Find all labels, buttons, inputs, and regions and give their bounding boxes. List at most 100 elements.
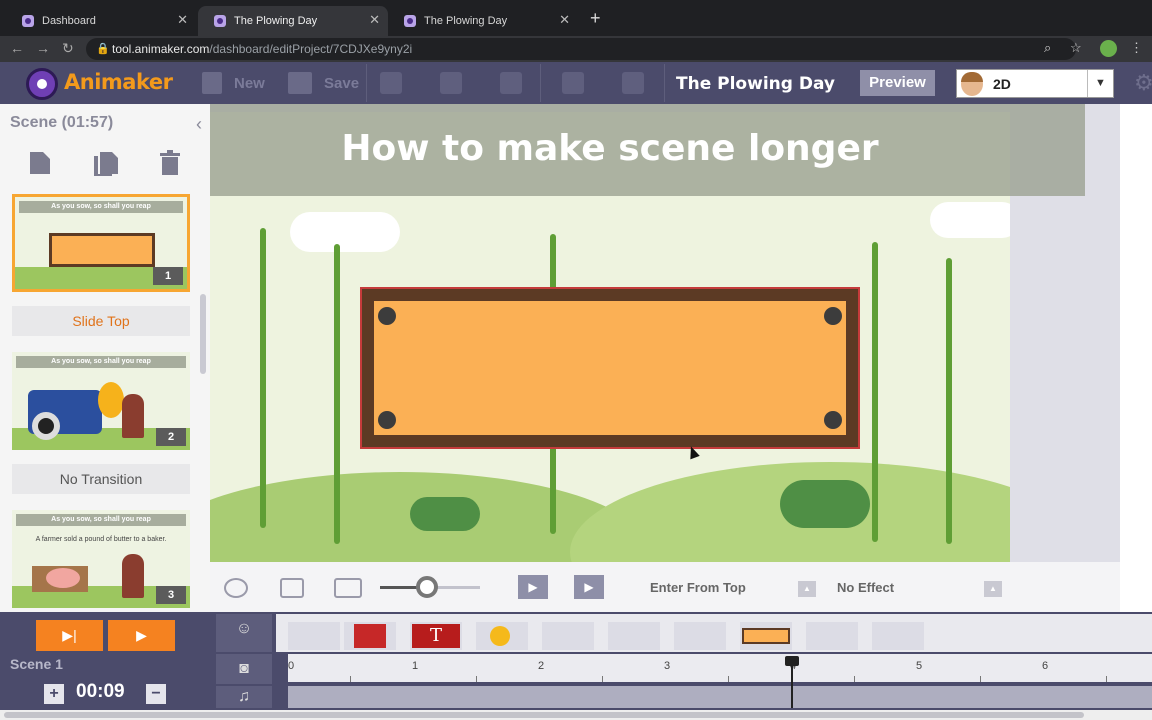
ruler-tick: [350, 676, 351, 682]
new-file-icon: [202, 72, 222, 94]
timeline-item-text[interactable]: T: [410, 622, 462, 650]
timeline-item-camera[interactable]: [288, 622, 340, 650]
beanstalk: [260, 228, 266, 528]
profile-avatar[interactable]: [1100, 40, 1117, 57]
wooden-sign[interactable]: [360, 287, 860, 449]
browser-tab-bar: Dashboard ✕ The Plowing Day ✕ The Plowin…: [0, 0, 1152, 36]
animaker-favicon-icon: [214, 15, 226, 27]
character-lane-icon[interactable]: ☺: [216, 614, 272, 652]
current-scene-label: Scene 1: [10, 656, 63, 672]
scene-subcaption: A farmer sold a pound of butter to a bak…: [35, 536, 167, 543]
close-tab-icon[interactable]: ✕: [559, 12, 570, 28]
mode-select[interactable]: 2D ▼: [956, 69, 1114, 98]
ruler-label: 3: [664, 660, 671, 672]
bookmark-star-icon[interactable]: ☆: [1070, 40, 1082, 56]
timeline-item-beanstalk[interactable]: [872, 622, 924, 650]
animaker-logo[interactable]: Animaker: [24, 66, 173, 100]
zoom-icon[interactable]: ⌕: [1044, 40, 1051, 56]
app-toolbar: Animaker New Save The Plowing Day Previe…: [0, 62, 1152, 104]
item-track: T: [276, 614, 1152, 652]
sign-board: [374, 301, 846, 435]
ruler-label: 2: [538, 660, 545, 672]
chevron-down-icon[interactable]: ▼: [1087, 70, 1113, 97]
settings-gear-icon[interactable]: ⚙: [1134, 70, 1152, 96]
scene-duration-bar[interactable]: [288, 686, 1152, 708]
time-ruler[interactable]: 0 1 2 3 4 5 6: [288, 654, 1152, 682]
play-scene-from-start-button[interactable]: ▶|: [36, 620, 103, 651]
grid-icon[interactable]: [334, 578, 362, 598]
ruler-tick: [980, 676, 981, 682]
browser-tab-plowing-day-active[interactable]: The Plowing Day ✕: [198, 6, 388, 36]
sun-icon: [490, 626, 510, 646]
tractor-wheel: [32, 412, 60, 440]
scene-transition-2[interactable]: No Transition: [12, 464, 190, 494]
timeline-item-beanstalk[interactable]: [608, 622, 660, 650]
canvas-title: How to make scene longer: [341, 128, 879, 169]
ruler-label: 0: [288, 660, 295, 672]
scene-thumbnail-3[interactable]: As you sow, so shall you reap A farmer s…: [12, 510, 190, 608]
scene-duration: 00:09: [76, 681, 125, 702]
farmer-figure: [122, 554, 144, 598]
ruler-tick: [1106, 676, 1107, 682]
browser-tab-dashboard[interactable]: Dashboard ✕: [6, 6, 196, 36]
horizontal-scrollbar-thumb[interactable]: [4, 712, 1084, 718]
scene-panel-scrollbar[interactable]: [200, 294, 206, 374]
increase-duration-button[interactable]: +: [44, 684, 64, 704]
close-tab-icon[interactable]: ✕: [177, 12, 188, 28]
browser-menu-icon[interactable]: ⋮: [1130, 40, 1143, 56]
back-icon[interactable]: ←: [10, 40, 24, 56]
animaker-favicon-icon: [22, 15, 34, 27]
cut-icon[interactable]: [380, 72, 402, 94]
new-button[interactable]: New: [202, 70, 265, 96]
new-tab-icon[interactable]: +: [590, 8, 601, 29]
paste-icon[interactable]: [500, 72, 522, 94]
timeline-item-sign[interactable]: [740, 622, 792, 650]
collapse-panel-icon[interactable]: ‹: [196, 114, 202, 135]
fit-screen-icon[interactable]: [280, 578, 304, 598]
play-icon[interactable]: ▶: [574, 575, 604, 599]
close-tab-icon[interactable]: ✕: [369, 12, 380, 28]
target-icon[interactable]: [224, 578, 248, 598]
redo-icon[interactable]: [622, 72, 644, 94]
playhead[interactable]: [785, 656, 799, 708]
scene-thumbnail-1[interactable]: As you sow, so shall you reap 1: [12, 194, 190, 292]
new-scene-icon[interactable]: [28, 150, 52, 176]
duplicate-scene-icon[interactable]: [92, 150, 120, 176]
new-label: New: [234, 74, 265, 92]
camera-lane-icon[interactable]: ◙: [216, 654, 272, 684]
play-scene-button[interactable]: ▶: [108, 620, 175, 651]
project-title[interactable]: The Plowing Day: [676, 74, 835, 94]
url-field[interactable]: 🔒 tool.animaker.com/dashboard/editProjec…: [86, 38, 1076, 60]
delete-scene-icon[interactable]: [158, 150, 182, 176]
timeline-item-red-shape[interactable]: [344, 622, 396, 650]
enter-effect-arrow-icon[interactable]: ▲: [798, 581, 816, 597]
scene-thumbnail-2[interactable]: As you sow, so shall you reap 2: [12, 352, 190, 450]
ruler-label: 1: [412, 660, 419, 672]
zoom-slider-knob[interactable]: [416, 576, 438, 598]
horizontal-scrollbar[interactable]: [0, 710, 1152, 720]
toolbar-divider: [540, 64, 541, 102]
timeline-item-beanstalk[interactable]: [542, 622, 594, 650]
play-from-start-icon[interactable]: ▶: [518, 575, 548, 599]
bush: [780, 480, 870, 528]
save-button[interactable]: Save: [288, 70, 359, 96]
ruler-tick: [854, 676, 855, 682]
music-lane-icon[interactable]: ♫: [216, 686, 272, 708]
preview-button[interactable]: Preview: [860, 70, 935, 96]
beanstalk: [334, 244, 340, 544]
copy-icon[interactable]: [440, 72, 462, 94]
browser-tab-plowing-day[interactable]: The Plowing Day ✕: [388, 6, 578, 36]
reload-icon[interactable]: ↻: [62, 40, 74, 57]
scene-caption: As you sow, so shall you reap: [16, 356, 186, 368]
exit-effect-arrow-icon[interactable]: ▲: [984, 581, 1002, 597]
exit-effect-label[interactable]: No Effect: [837, 580, 894, 595]
decrease-duration-button[interactable]: −: [146, 684, 166, 704]
timeline-item-beanstalk[interactable]: [806, 622, 858, 650]
scene-transition-1[interactable]: Slide Top: [12, 306, 190, 336]
enter-effect-label[interactable]: Enter From Top: [650, 580, 746, 595]
undo-icon[interactable]: [562, 72, 584, 94]
timeline-item-beanstalk[interactable]: [674, 622, 726, 650]
mode-select-value: 2D: [993, 76, 1011, 92]
timeline-item-sun[interactable]: [476, 622, 528, 650]
forward-icon[interactable]: →: [36, 40, 50, 56]
